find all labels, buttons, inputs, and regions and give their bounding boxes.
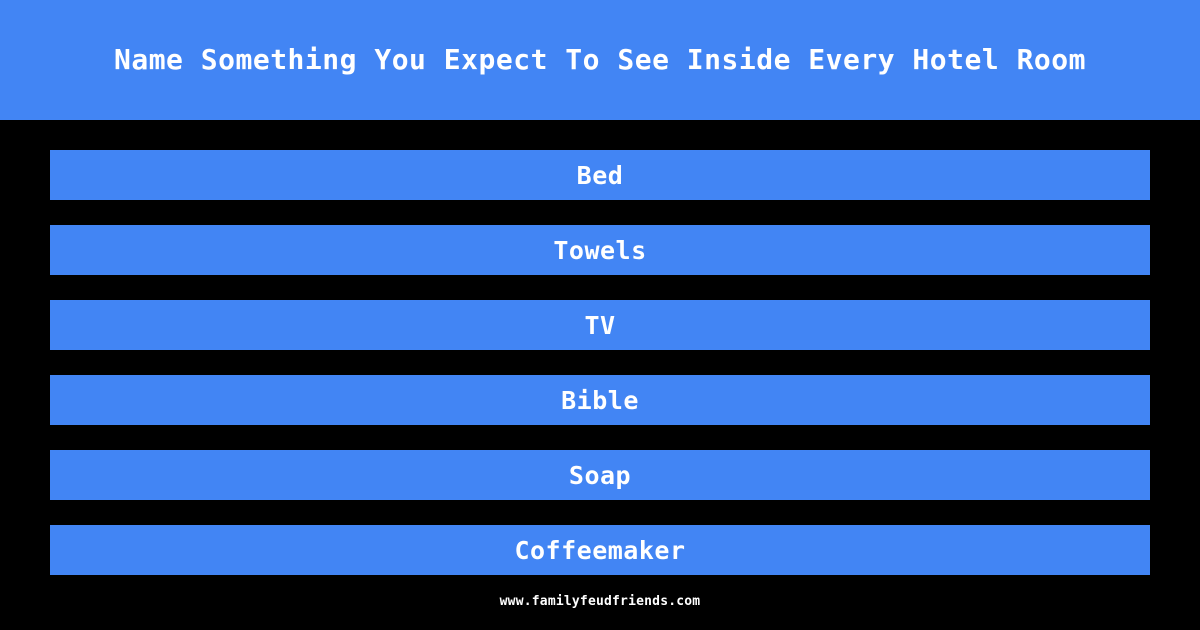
answer-label: Coffeemaker bbox=[514, 535, 686, 565]
answer-row-4[interactable]: Bible bbox=[50, 375, 1150, 425]
answer-list: Bed Towels TV Bible Soap Coffeemaker bbox=[50, 150, 1150, 575]
answer-label: TV bbox=[584, 310, 616, 340]
question-header: Name Something You Expect To See Inside … bbox=[0, 0, 1200, 120]
page-title: Name Something You Expect To See Inside … bbox=[113, 42, 1086, 76]
site-url[interactable]: www.familyfeudfriends.com bbox=[500, 594, 701, 609]
answer-row-3[interactable]: TV bbox=[50, 300, 1150, 350]
answer-row-5[interactable]: Soap bbox=[50, 450, 1150, 500]
answer-row-2[interactable]: Towels bbox=[50, 225, 1150, 275]
family-feud-answer-card: Name Something You Expect To See Inside … bbox=[0, 0, 1200, 630]
answer-row-1[interactable]: Bed bbox=[50, 150, 1150, 200]
answer-label: Soap bbox=[568, 460, 632, 490]
footer: www.familyfeudfriends.com bbox=[0, 594, 1200, 630]
answer-label: Towels bbox=[553, 235, 647, 265]
answer-label: Bed bbox=[576, 160, 624, 190]
answer-row-6[interactable]: Coffeemaker bbox=[50, 525, 1150, 575]
answer-label: Bible bbox=[561, 385, 639, 415]
